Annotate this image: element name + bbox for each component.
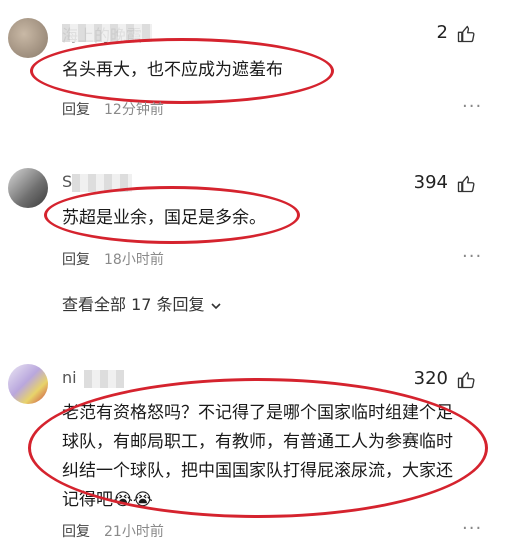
- comment-text: 苏超是业余，国足是多余。: [62, 208, 266, 228]
- avatar[interactable]: [8, 364, 48, 404]
- thumb-up-icon[interactable]: [456, 370, 476, 390]
- avatar[interactable]: [8, 168, 48, 208]
- reply-button[interactable]: 回复: [62, 252, 90, 268]
- comment-line: 纠结一个球队，把中国国家队打得屁滚尿流，大家还: [62, 461, 453, 481]
- comment-time: 18小时前: [104, 252, 164, 268]
- expand-replies-label: 查看全部 17 条回复: [62, 295, 205, 314]
- chevron-down-icon: [211, 302, 221, 309]
- username[interactable]: S: [62, 172, 72, 191]
- username-mosaic: [84, 370, 124, 388]
- comment-line: 球队，有邮局职工，有教师，有普通工人为参赛临时: [62, 432, 453, 452]
- username-mosaic: [72, 174, 132, 192]
- comment-text: 老范有资格怒吗？不记得了是哪个国家临时组建个足 球队，有邮局职工，有教师，有普通…: [62, 399, 492, 515]
- more-dots-icon[interactable]: ···: [462, 96, 482, 117]
- thumb-up-icon[interactable]: [456, 24, 476, 44]
- comment-meta: 回复 21小时前: [62, 521, 164, 541]
- crying-emoji: 😭😭: [113, 490, 153, 510]
- more-dots-icon[interactable]: ···: [462, 518, 482, 539]
- username[interactable]: ni: [62, 368, 77, 387]
- comment-time: 21小时前: [104, 524, 164, 540]
- thumb-up-icon[interactable]: [456, 174, 476, 194]
- comment-line: 记得吧😭😭: [62, 490, 153, 510]
- comment-line: 老范有资格怒吗？不记得了是哪个国家临时组建个足: [62, 403, 453, 423]
- reply-button[interactable]: 回复: [62, 102, 90, 118]
- reply-button[interactable]: 回复: [62, 524, 90, 540]
- comment-time: 12分钟前: [104, 102, 164, 118]
- more-dots-icon[interactable]: ···: [462, 246, 482, 267]
- like-count: 394: [413, 172, 448, 193]
- like-count: 320: [413, 368, 448, 389]
- comment-text: 名头再大，也不应成为遮羞布: [62, 60, 283, 80]
- avatar[interactable]: [8, 18, 48, 58]
- expand-replies-link[interactable]: 查看全部 17 条回复: [62, 291, 222, 315]
- comment-meta: 回复 18小时前: [62, 249, 164, 269]
- comment-meta: 回复 12分钟前: [62, 99, 164, 119]
- like-count: 2: [436, 22, 448, 43]
- username-mosaic: [62, 24, 152, 42]
